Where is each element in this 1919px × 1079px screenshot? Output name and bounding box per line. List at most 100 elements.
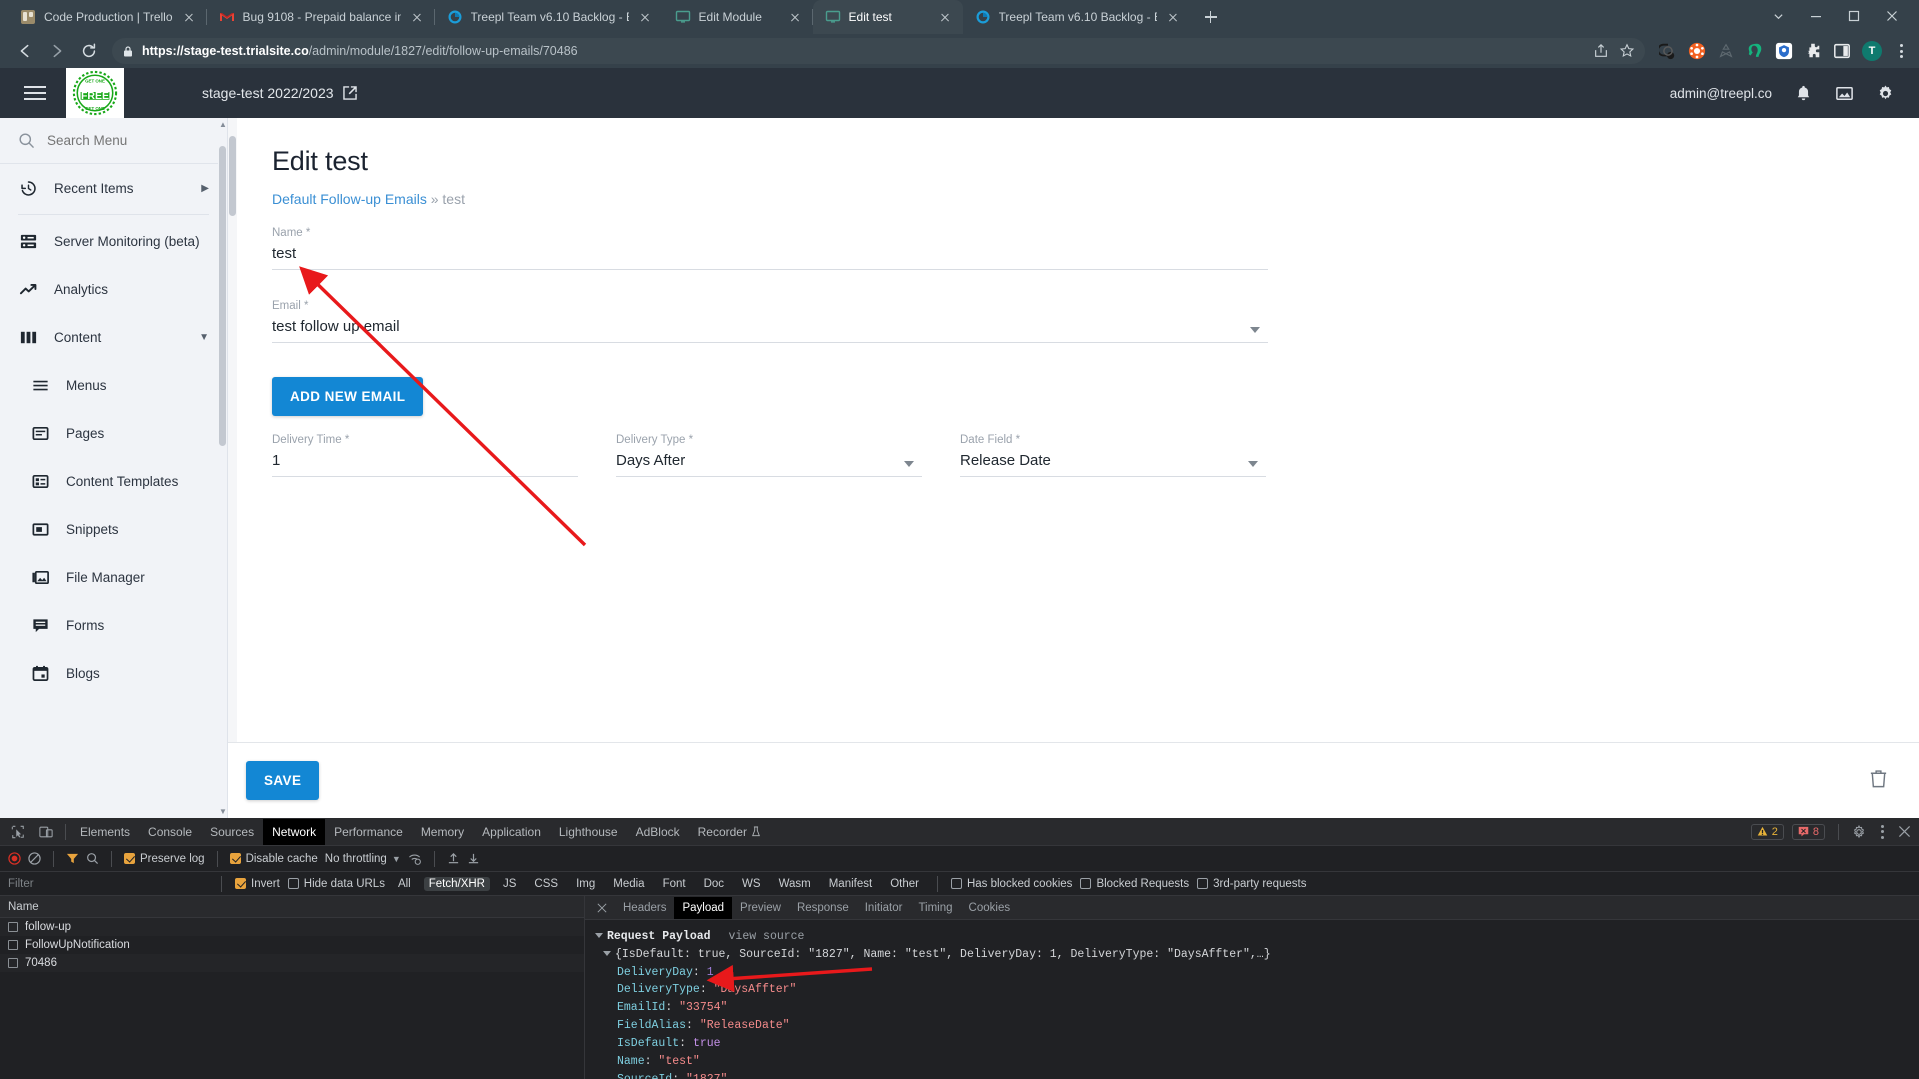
add-new-email-button[interactable]: ADD NEW EMAIL [272,377,424,416]
browser-tab-4-active[interactable]: Edit test [812,0,963,34]
checkbox-icon[interactable] [1080,878,1092,889]
address-bar[interactable]: https://stage-test.trialsite.co/admin/mo… [112,38,1645,64]
close-window-button[interactable] [1873,2,1911,30]
sidebar-item-content[interactable]: Content ▼ [0,313,227,361]
devtools-tab-elements[interactable]: Elements [71,819,139,845]
bell-icon[interactable] [1794,84,1813,103]
external-link-icon[interactable] [342,85,358,101]
filter-icon[interactable] [66,852,79,865]
checkbox-icon[interactable] [1197,878,1209,889]
blue-badge-extension-icon[interactable] [1775,42,1793,60]
network-conditions-icon[interactable] [408,852,422,865]
user-email[interactable]: admin@treepl.co [1670,86,1772,101]
devtools-tab-recorder[interactable]: Recorder [689,819,770,845]
sidebar-item-forms[interactable]: Forms [0,601,227,649]
inspect-element-icon[interactable] [4,819,32,845]
main-scroll-thumb[interactable] [229,136,236,216]
maximize-button[interactable] [1835,2,1873,30]
email-select[interactable]: test follow up email [272,312,1268,342]
warning-badge[interactable]: 2 [1750,823,1784,840]
browser-tab-5[interactable]: Treepl Team v6.10 Backlog - Boar [963,0,1191,34]
search-icon[interactable] [86,852,99,865]
sidebar-item-snippets[interactable]: Snippets [0,505,227,553]
chrome-menu-icon[interactable] [1893,44,1909,58]
minimize-button[interactable] [1797,2,1835,30]
sidebar-scrollbar[interactable]: ▲ ▼ [218,118,227,818]
error-badge[interactable]: 8 [1791,823,1825,840]
scroll-up-arrow[interactable]: ▲ [219,120,227,129]
throttling-select[interactable]: No throttling ▼ [325,853,401,865]
sidebar-item-menus[interactable]: Menus [0,361,227,409]
blocked-requests-toggle[interactable]: Blocked Requests [1080,878,1189,890]
gear-icon[interactable] [1876,84,1895,103]
detail-tab-initiator[interactable]: Initiator [857,897,911,919]
filter-type-css[interactable]: CSS [529,877,563,891]
sidepanel-icon[interactable] [1833,42,1851,60]
device-toolbar-icon[interactable] [32,819,60,845]
site-logo[interactable]: FREE GET ONE GET ONE [66,68,124,118]
devtools-tab-memory[interactable]: Memory [412,819,473,845]
close-icon[interactable] [937,9,953,25]
filter-type-js[interactable]: JS [498,877,521,891]
new-tab-button[interactable] [1197,3,1225,31]
checkbox-icon[interactable] [124,853,135,864]
detail-tab-cookies[interactable]: Cookies [961,897,1019,919]
filter-type-other[interactable]: Other [885,877,924,891]
payload-summary-row[interactable]: {IsDefault: true, SourceId: "1827", Name… [595,946,1909,964]
network-filter-input[interactable]: Filter [8,878,208,890]
close-icon[interactable] [1165,9,1181,25]
main-scrollbar[interactable] [228,118,237,818]
filter-type-doc[interactable]: Doc [699,877,729,891]
devtools-tab-lighthouse[interactable]: Lighthouse [550,819,627,845]
preserve-log-toggle[interactable]: Preserve log [124,853,205,865]
detail-tab-payload[interactable]: Payload [674,896,733,919]
hide-data-urls-toggle[interactable]: Hide data URLs [287,878,385,890]
close-icon[interactable] [637,9,653,25]
parrot-extension-icon[interactable] [1746,42,1764,60]
browser-tab-2[interactable]: Treepl Team v6.10 Backlog - Boar [435,0,663,34]
chevron-down-icon[interactable] [1250,327,1260,333]
filter-type-manifest[interactable]: Manifest [824,877,877,891]
forward-button[interactable] [42,36,72,66]
detail-close-icon[interactable] [589,897,615,919]
filter-type-ws[interactable]: WS [737,877,766,891]
sidebar-search[interactable] [0,118,227,164]
triangle-down-icon[interactable] [595,933,603,938]
view-source-link[interactable]: view source [729,928,805,946]
has-blocked-cookies-toggle[interactable]: Has blocked cookies [950,878,1072,890]
sidebar-item-blogs[interactable]: Blogs [0,649,227,697]
filter-type-media[interactable]: Media [608,877,649,891]
chevron-down-icon[interactable] [1759,2,1797,30]
breadcrumb-link[interactable]: Default Follow-up Emails [272,191,427,207]
filter-type-fetch-xhr[interactable]: Fetch/XHR [423,876,490,891]
devtools-more-icon[interactable] [1874,824,1890,839]
devtools-tab-application[interactable]: Application [473,819,550,845]
profile-avatar[interactable]: T [1862,41,1882,61]
record-icon[interactable] [8,852,21,865]
table-row[interactable]: FollowUpNotification [0,936,584,954]
devtools-tab-console[interactable]: Console [139,819,201,845]
delete-icon[interactable] [1868,768,1889,794]
export-har-icon[interactable] [467,852,480,865]
devtools-tab-adblock[interactable]: AdBlock [627,819,689,845]
date-field-select[interactable]: Release Date [960,446,1266,476]
invert-toggle[interactable]: Invert [235,878,280,890]
chevron-down-icon[interactable] [904,461,914,467]
save-button[interactable]: SAVE [246,761,320,800]
clear-icon[interactable] [28,852,41,865]
devtools-close-icon[interactable] [1898,825,1911,838]
scroll-down-arrow[interactable]: ▼ [219,807,227,816]
sidebar-item-recent-items[interactable]: Recent Items ▶ [0,164,227,212]
payload-heading[interactable]: Request Payload [595,928,711,946]
orange-dial-extension-icon[interactable] [1688,42,1706,60]
delivery-type-select[interactable]: Days After [616,446,922,476]
reload-button[interactable] [74,36,104,66]
checkbox-icon[interactable] [287,878,299,889]
detail-tab-response[interactable]: Response [789,897,857,919]
browser-tab-3[interactable]: Edit Module [663,0,813,34]
close-icon[interactable] [787,9,803,25]
third-party-requests-toggle[interactable]: 3rd-party requests [1197,878,1306,890]
disable-cache-toggle[interactable]: Disable cache [229,853,318,865]
devtools-tab-sources[interactable]: Sources [201,819,263,845]
sidebar-item-analytics[interactable]: Analytics [0,265,227,313]
